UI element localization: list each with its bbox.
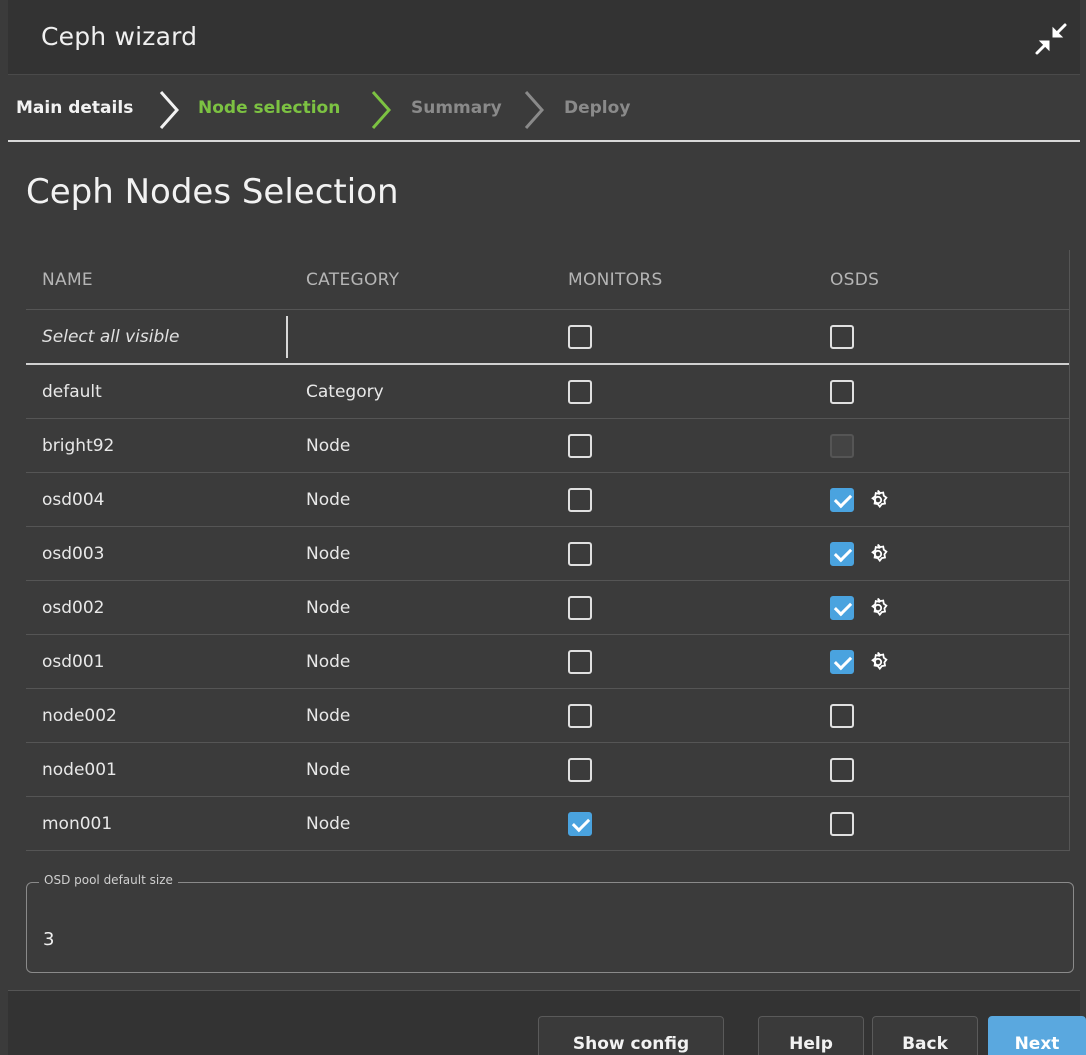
osd-checkbox[interactable] [830,703,854,728]
step-main-details[interactable]: Main details [16,98,133,118]
monitor-checkbox[interactable] [568,595,592,620]
monitor-checkbox[interactable] [568,811,592,836]
osd-checkbox[interactable] [830,379,854,404]
row-category: Node [306,597,351,618]
row-name: default [42,381,102,402]
show-config-button[interactable]: Show config [538,1016,724,1055]
table-row: osd002 Node [26,581,1069,635]
table-row: node001 Node [26,743,1069,797]
row-name: node001 [42,759,117,780]
chevron-right-icon [159,91,180,129]
wizard-steps: Main details Node selection Summary Depl… [8,76,1080,142]
monitor-checkbox[interactable] [568,541,592,566]
page-title: Ceph Nodes Selection [26,172,399,212]
osd-checkbox [830,433,854,458]
monitor-checkbox[interactable] [568,433,592,458]
row-category: Node [306,489,351,510]
back-button[interactable]: Back [872,1016,978,1055]
osd-checkbox[interactable] [830,595,854,620]
osd-pool-size-label: OSD pool default size [39,873,178,887]
monitor-checkbox[interactable] [568,379,592,404]
table-row: default Category [26,365,1069,419]
help-button[interactable]: Help [758,1016,864,1055]
column-header-name[interactable]: NAME [42,250,93,309]
table-row: osd001 Node [26,635,1069,689]
gear-icon[interactable] [866,542,890,566]
osd-checkbox[interactable] [830,541,854,566]
osd-checkbox[interactable] [830,649,854,674]
row-name: bright92 [42,435,115,456]
gear-icon[interactable] [866,650,890,674]
collapse-icon[interactable] [1034,22,1068,56]
table-header: NAME CATEGORY MONITORS OSDS [26,250,1069,310]
monitor-checkbox[interactable] [568,487,592,512]
row-category: Node [306,759,351,780]
gear-icon[interactable] [866,596,890,620]
row-name: osd003 [42,543,105,564]
select-all-label: Select all visible [42,326,180,347]
next-button[interactable]: Next [988,1016,1086,1055]
table-row: osd003 Node [26,527,1069,581]
table-row: node002 Node [26,689,1069,743]
select-all-osds-checkbox[interactable] [830,324,854,349]
row-category: Node [306,651,351,672]
table-row: osd004 Node [26,473,1069,527]
select-all-row: Select all visible [26,310,1069,365]
monitor-checkbox[interactable] [568,703,592,728]
osd-checkbox[interactable] [830,757,854,782]
row-name: node002 [42,705,117,726]
row-category: Node [306,543,351,564]
row-category: Node [306,705,351,726]
row-name: mon001 [42,813,113,834]
row-name: osd001 [42,651,105,672]
wizard-title: Ceph wizard [41,22,198,51]
osd-pool-size-field[interactable]: OSD pool default size 3 [26,873,1074,973]
row-name: osd004 [42,489,105,510]
column-divider [286,316,288,358]
monitor-checkbox[interactable] [568,757,592,782]
step-deploy[interactable]: Deploy [564,98,630,118]
monitor-checkbox[interactable] [568,649,592,674]
chevron-right-icon [371,91,392,129]
column-header-category[interactable]: CATEGORY [306,250,399,309]
step-node-selection[interactable]: Node selection [198,98,340,118]
chevron-right-icon [524,91,545,129]
row-category: Node [306,813,351,834]
osd-checkbox[interactable] [830,487,854,512]
osd-checkbox[interactable] [830,811,854,836]
gear-icon[interactable] [866,488,890,512]
column-header-monitors[interactable]: MONITORS [568,250,663,309]
select-all-monitors-checkbox[interactable] [568,324,592,349]
ceph-nodes-table: NAME CATEGORY MONITORS OSDS Select all v… [26,250,1070,851]
row-name: osd002 [42,597,105,618]
osd-pool-size-value[interactable]: 3 [43,929,54,950]
table-row: bright92 Node [26,419,1069,473]
row-category: Node [306,435,351,456]
row-category: Category [306,381,384,402]
wizard-titlebar: Ceph wizard [8,0,1080,75]
column-header-osds[interactable]: OSDS [830,250,879,309]
step-summary[interactable]: Summary [411,98,502,118]
table-row: mon001 Node [26,797,1069,851]
